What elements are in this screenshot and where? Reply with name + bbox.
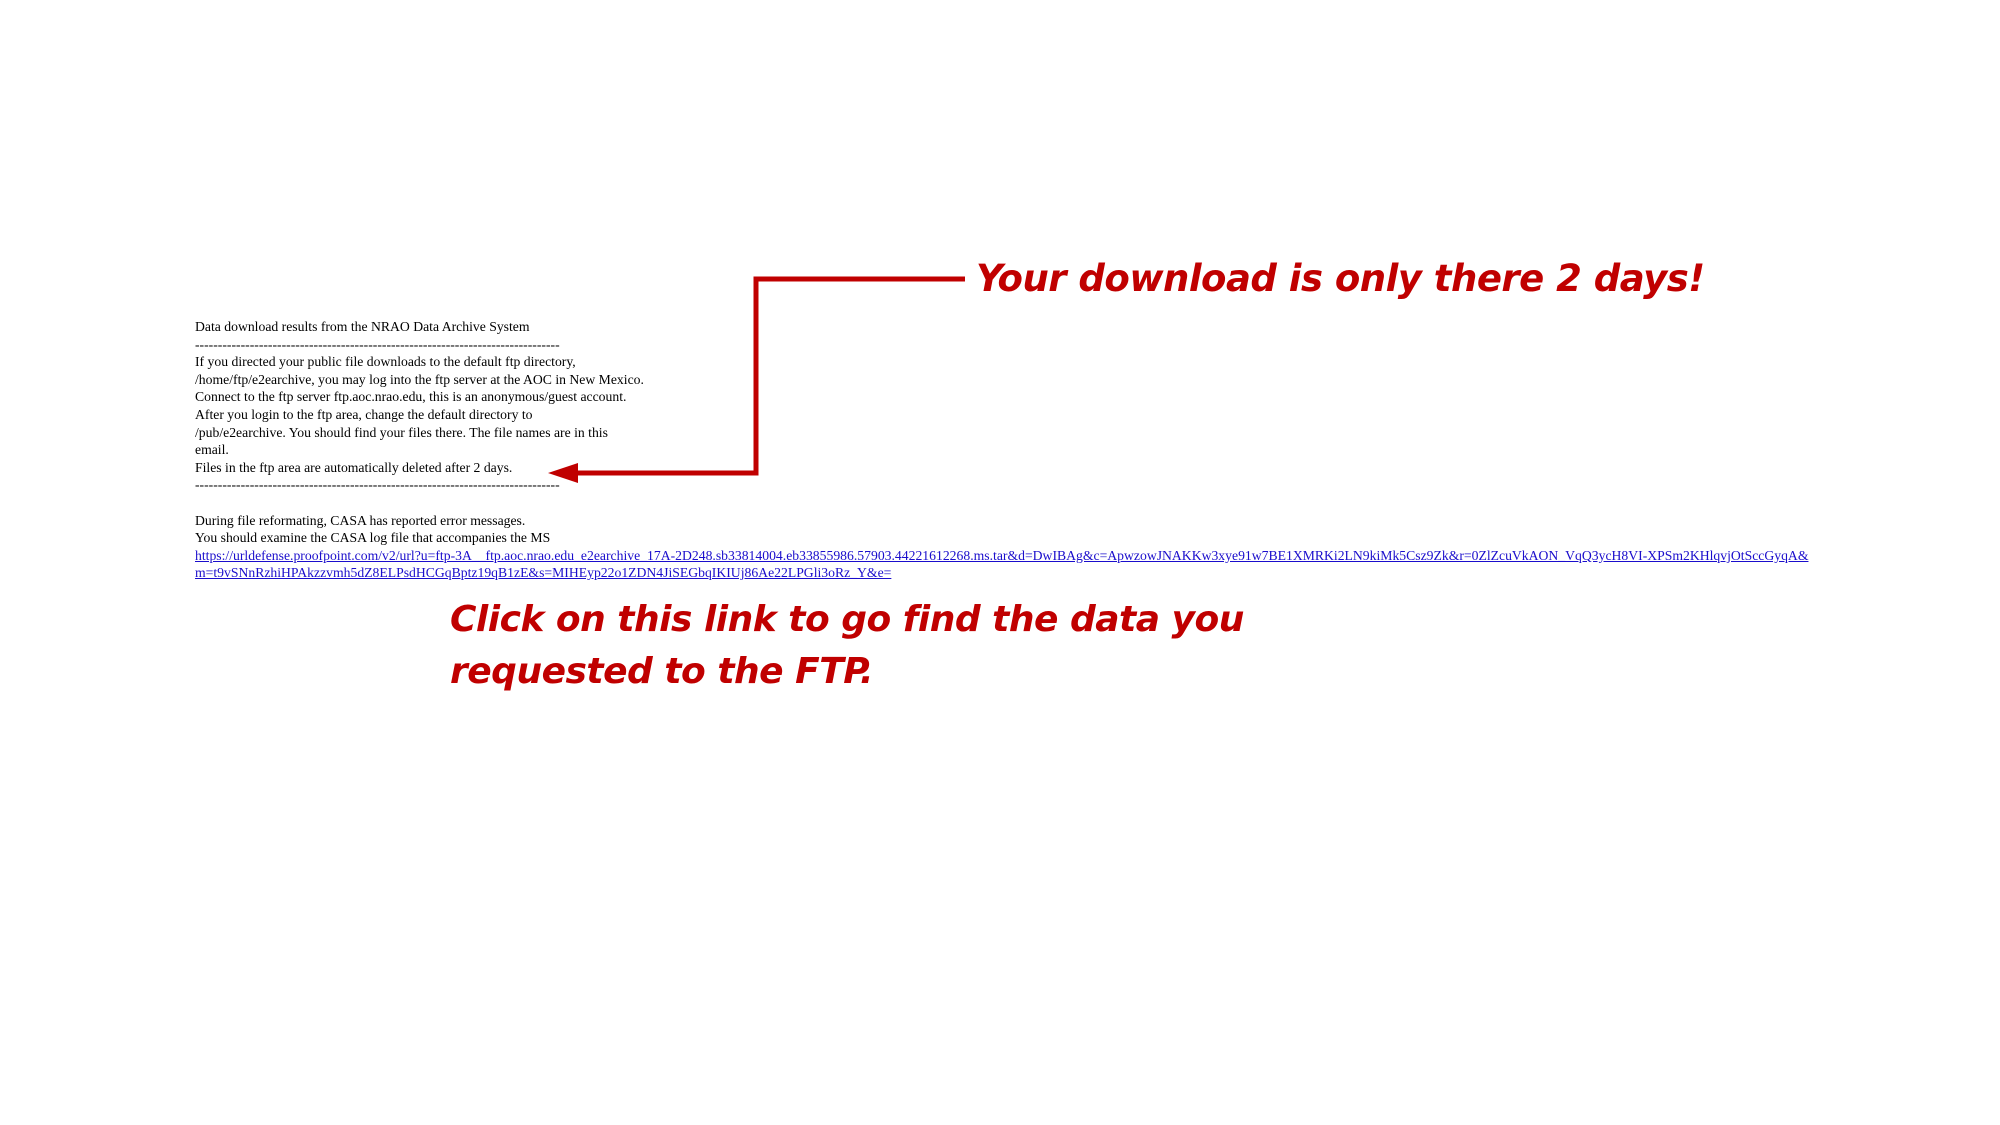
separator-line-bottom: ----------------------------------------… [195, 477, 560, 493]
ftp-download-link[interactable]: https://urldefense.proofpoint.com/v2/url… [195, 547, 1815, 582]
casa-error-line: During file reformating, CASA has report… [195, 512, 526, 528]
deletion-notice: Files in the ftp area are automatically … [195, 459, 513, 475]
separator-line-top: ----------------------------------------… [195, 336, 560, 352]
ftp-info-line-4: After you login to the ftp area, change … [195, 406, 533, 422]
callout-link-instruction-line-1: Click on this link to go find the data y… [450, 599, 1244, 640]
ftp-info-line-5: /pub/e2earchive. You should find your fi… [195, 424, 608, 440]
casa-log-line: You should examine the CASA log file tha… [195, 530, 551, 546]
callout-link-instruction-line-2: requested to the FTP. [450, 651, 874, 692]
callout-link-instruction: Click on this link to go find the data y… [450, 594, 1244, 698]
ftp-info-line-2: /home/ftp/e2earchive, you may log into t… [195, 371, 644, 387]
ftp-info-line-3: Connect to the ftp server ftp.aoc.nrao.e… [195, 389, 627, 405]
ftp-info-line-6: email. [195, 442, 229, 458]
ftp-info-line-1: If you directed your public file downloa… [195, 354, 576, 370]
callout-download-expiry: Your download is only there 2 days! [976, 257, 1705, 300]
email-body: Data download results from the NRAO Data… [195, 318, 1835, 582]
email-title: Data download results from the NRAO Data… [195, 319, 530, 334]
